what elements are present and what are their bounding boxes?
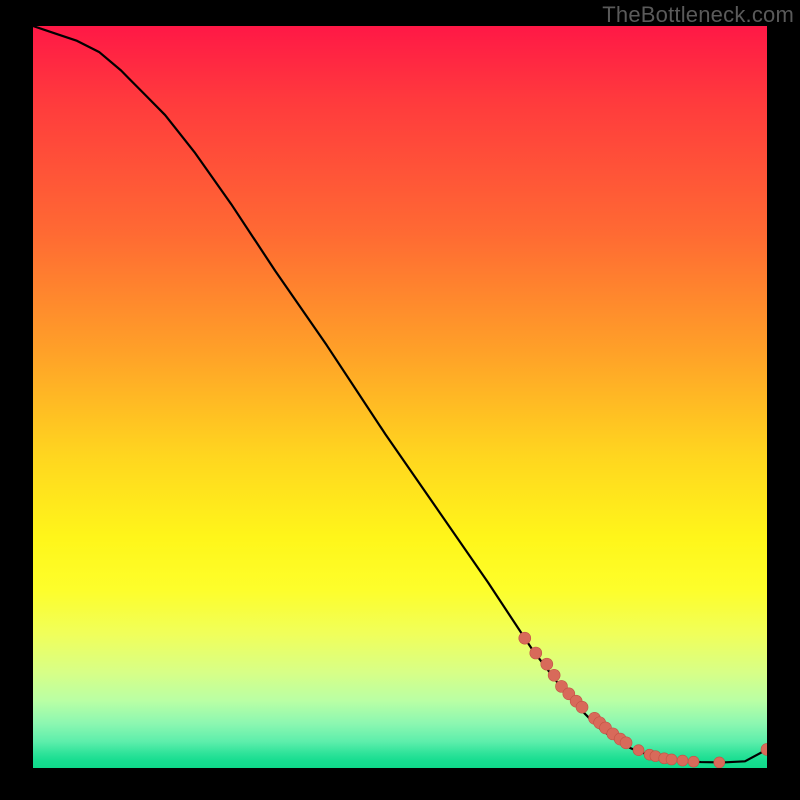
chart-frame: TheBottleneck.com	[0, 0, 800, 800]
watermark-text: TheBottleneck.com	[602, 2, 794, 28]
plot-background-gradient	[33, 26, 767, 768]
